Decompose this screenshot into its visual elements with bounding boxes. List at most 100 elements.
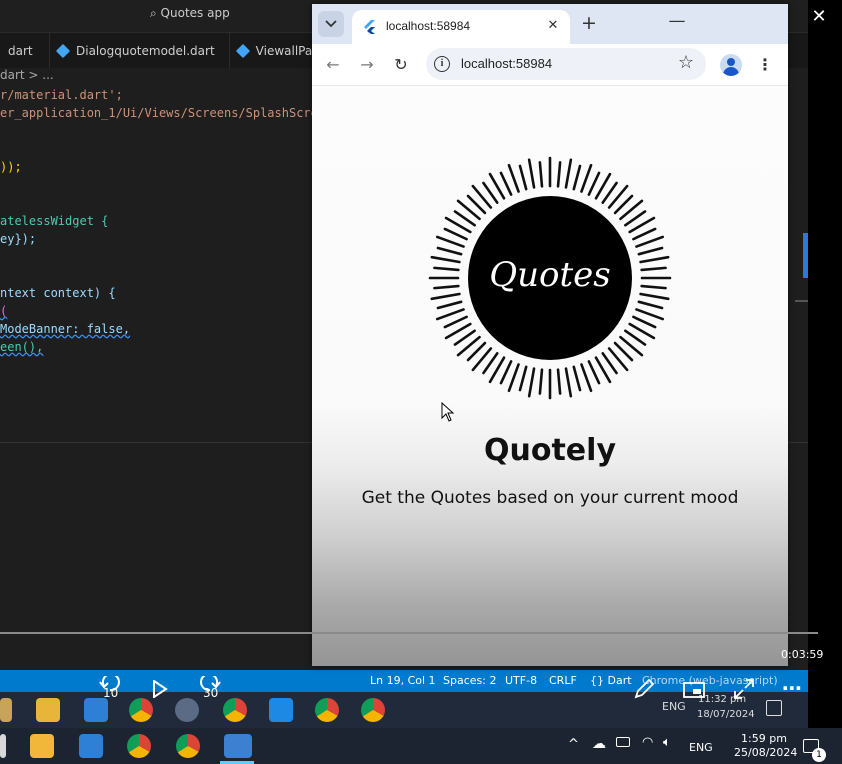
chrome-icon[interactable] — [361, 698, 385, 722]
pip-icon[interactable] — [683, 682, 705, 698]
media-player-icon[interactable] — [224, 734, 252, 758]
logo-ray — [587, 360, 601, 385]
vscode-tab[interactable]: dart — [0, 33, 50, 68]
profile-icon[interactable] — [720, 54, 742, 76]
logo-ray — [637, 300, 664, 310]
status-spaces[interactable]: Spaces: 2 — [443, 674, 496, 687]
flutter-icon — [364, 20, 375, 34]
file-explorer-icon[interactable] — [0, 698, 12, 722]
vscode-command-center[interactable]: ⌕ Quotes app — [150, 6, 230, 21]
logo-ray — [527, 158, 536, 189]
play-icon[interactable] — [152, 680, 168, 698]
tray-date: 25/08/2024 — [734, 746, 798, 759]
vscode-tab[interactable]: Dialogquotemodel.dart — [50, 33, 230, 68]
cloud-icon[interactable]: ☁ — [592, 736, 606, 752]
kebab-menu-icon[interactable]: ⋮ — [756, 53, 774, 77]
browser-tab[interactable]: localhost:58984 ✕ — [352, 10, 570, 44]
info-icon[interactable]: i — [434, 56, 450, 72]
logo-ray — [507, 163, 520, 193]
host-taskbar: ^ ☁ ◠ 🔈︎ — [0, 728, 842, 764]
code-line: ( — [0, 304, 8, 318]
logo-ray — [587, 171, 601, 196]
quotes-logo: Quotes — [428, 156, 672, 400]
chrome-icon[interactable] — [129, 698, 153, 722]
mail-icon[interactable] — [79, 734, 103, 758]
mail-icon[interactable] — [84, 698, 108, 722]
app-icon[interactable] — [175, 698, 199, 722]
status-eol[interactable]: CRLF — [549, 674, 577, 687]
url-text: localhost:58984 — [461, 56, 553, 71]
wifi-icon[interactable]: ◠ — [642, 735, 653, 750]
logo-ray — [538, 161, 544, 188]
logo-ray — [435, 235, 465, 248]
logo-ray — [436, 300, 463, 310]
notification-icon[interactable] — [766, 700, 782, 716]
close-icon[interactable]: ✕ — [544, 17, 562, 35]
tray-clock[interactable]: 1:59 pm 25/08/2024 — [734, 732, 798, 760]
logo-ray — [580, 363, 593, 393]
code-line: r/material.dart'; — [0, 88, 123, 102]
page-viewport: Quotes Quotely Get the Quotes based on y… — [312, 86, 788, 666]
search-icon: ⌕ — [150, 6, 161, 20]
code-editor[interactable]: r/material.dart'; er_application_1/Ui/Vi… — [0, 86, 318, 356]
notification-badge: 1 — [812, 748, 826, 762]
status-encoding[interactable]: UTF-8 — [505, 674, 537, 687]
plus-icon[interactable]: + — [578, 12, 600, 34]
status-position[interactable]: Ln 19, Col 1 — [370, 674, 436, 687]
chrome-icon[interactable] — [127, 734, 151, 758]
scrollbar-thumb[interactable] — [803, 233, 808, 278]
app-subtitle: Get the Quotes based on your current moo… — [361, 488, 739, 508]
address-bar[interactable]: i localhost:58984 ☆ — [426, 48, 706, 80]
logo-ray — [443, 315, 468, 329]
vscode-icon[interactable] — [269, 698, 293, 722]
browser-window: localhost:58984 ✕ + — ← → ↻ i localhost:… — [312, 4, 788, 666]
tray-time: 1:59 pm — [741, 732, 787, 745]
chrome-profile-icon[interactable] — [176, 734, 200, 758]
close-icon[interactable]: ✕ — [808, 6, 830, 28]
back-icon[interactable]: ← — [320, 52, 346, 78]
browser-toolbar: ← → ↻ i localhost:58984 ☆ ⋮ — [312, 44, 788, 86]
status-device[interactable]: Chrome (web-javascript) — [642, 674, 778, 687]
logo-ray — [518, 164, 528, 191]
mouse-cursor-icon — [441, 402, 455, 422]
pen-icon[interactable] — [633, 678, 655, 700]
chrome-profile-icon[interactable] — [223, 698, 247, 722]
minimap-marker — [795, 300, 808, 302]
logo-ray — [527, 367, 536, 398]
volume-icon[interactable]: 🔈︎ — [663, 735, 671, 750]
logo-ray — [632, 227, 657, 241]
chrome-icon[interactable] — [315, 698, 339, 722]
star-icon[interactable]: ☆ — [678, 52, 694, 73]
logo-ray — [564, 367, 573, 398]
status-language[interactable]: {} Dart — [590, 674, 632, 687]
more-icon[interactable]: ⋯ — [782, 676, 802, 700]
logo-ray — [640, 266, 667, 272]
inner-tray-date: 18/07/2024 — [697, 709, 755, 720]
logo-ray — [436, 246, 463, 256]
fullscreen-icon[interactable] — [733, 678, 755, 700]
code-line: ey}); — [0, 232, 37, 246]
code-line: ModeBanner: false, — [0, 322, 131, 336]
logo-text: Quotes — [489, 255, 610, 295]
logo-ray — [637, 246, 664, 256]
reload-icon[interactable]: ↻ — [388, 52, 414, 78]
forward-icon[interactable]: → — [354, 52, 380, 78]
folder-icon[interactable] — [36, 698, 60, 722]
dart-file-icon — [235, 43, 250, 58]
battery-icon[interactable] — [616, 737, 630, 747]
tray-language[interactable]: ENG — [689, 741, 713, 754]
minimize-icon[interactable]: — — [666, 12, 688, 34]
rewind-seconds: 10 — [103, 686, 119, 700]
chevron-down-icon[interactable] — [318, 11, 344, 37]
file-explorer-icon[interactable] — [0, 734, 6, 758]
breadcrumb[interactable]: dart > ... — [0, 68, 54, 82]
logo-ray — [639, 292, 670, 301]
inner-tray-lang: ENG — [662, 700, 686, 713]
tab-strip: localhost:58984 ✕ + — — [312, 4, 788, 44]
logo-ray — [635, 308, 665, 321]
chevron-up-icon[interactable]: ^ — [568, 737, 579, 752]
dart-file-icon — [55, 43, 71, 58]
folder-icon[interactable] — [30, 734, 54, 758]
video-progress-bar[interactable] — [0, 632, 818, 634]
elapsed-time: 0:03:59 — [781, 648, 824, 661]
